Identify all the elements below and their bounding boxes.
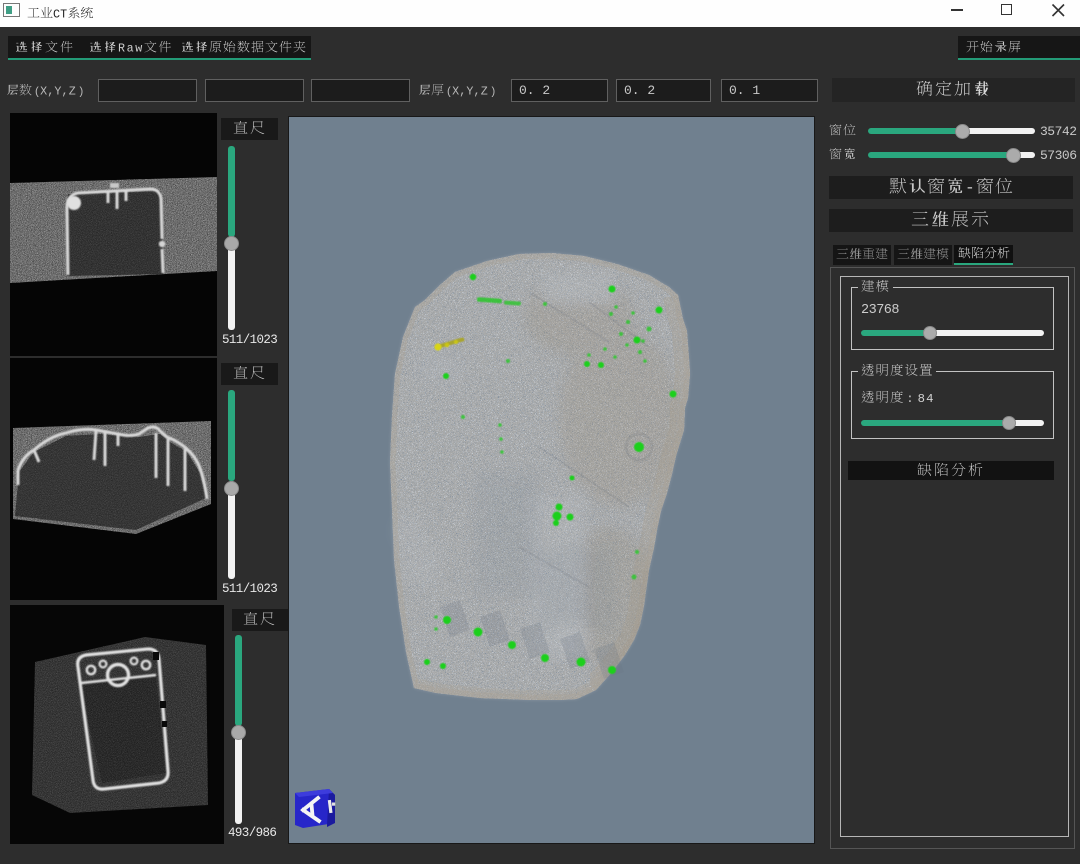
svg-text:Y: Y <box>466 84 473 98</box>
svg-text::: : <box>907 393 914 405</box>
svg-text:C: C <box>53 7 60 21</box>
svg-text:): ) <box>78 86 84 98</box>
svg-text:,: , <box>47 84 54 98</box>
svg-text:8: 8 <box>918 392 925 405</box>
svg-text:a: a <box>127 41 134 55</box>
svg-text:4: 4 <box>926 392 933 405</box>
svg-text:Z: Z <box>69 84 76 98</box>
svg-text:X: X <box>452 84 459 98</box>
svg-text:R: R <box>118 41 125 55</box>
svg-text:Z: Z <box>481 84 488 98</box>
svg-text:): ) <box>490 86 496 98</box>
svg-text:,: , <box>459 84 466 98</box>
svg-text:w: w <box>135 41 142 55</box>
svg-text:T: T <box>60 7 67 21</box>
svg-text:,: , <box>474 84 481 98</box>
svg-text:X: X <box>40 84 47 98</box>
svg-text:-: - <box>965 179 975 197</box>
svg-text:,: , <box>62 84 69 98</box>
svg-text:Y: Y <box>54 84 61 98</box>
